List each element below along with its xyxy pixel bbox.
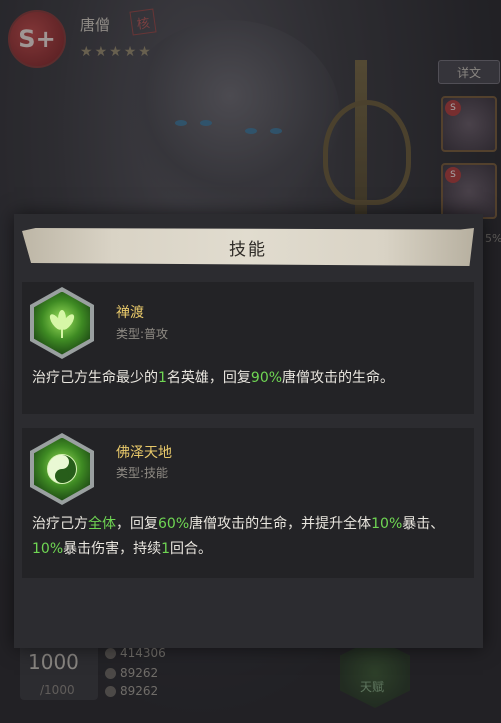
highlight-value: 60%: [158, 516, 190, 532]
lotus-icon: [47, 310, 77, 338]
skill-card: 禅渡 类型:普攻 治疗己方生命最少的1名英雄，回复90%唐僧攻击的生命。: [22, 282, 474, 414]
description-text: 唐僧攻击的生命。: [282, 370, 395, 386]
skill-type: 类型:技能: [116, 466, 169, 480]
description-text: 名英雄，回复: [166, 370, 251, 386]
skill-card: 佛泽天地 类型:技能 治疗己方全体，回复60%唐僧攻击的生命，并提升全体10%暴…: [22, 428, 474, 578]
description-text: 治疗己方: [32, 516, 88, 532]
description-text: 治疗己方生命最少的: [32, 370, 158, 386]
highlight-value: 1: [158, 370, 167, 386]
highlight-value: 10%: [371, 516, 403, 532]
modal-title: 技能: [229, 239, 267, 260]
skill-type: 类型:普攻: [116, 327, 169, 341]
skill-icon-frame: [30, 287, 94, 359]
skill-icon-frame: [30, 433, 94, 505]
description-text: 暴击伤害，持续: [63, 541, 162, 557]
skill-name: 禅渡: [116, 305, 144, 321]
modal-title-banner: 技能: [22, 228, 474, 266]
highlight-value: 10%: [32, 541, 64, 557]
description-text: 回合。: [170, 541, 213, 557]
skill-description: 治疗己方全体，回复60%唐僧攻击的生命，并提升全体10%暴击、10%暴击伤害，持…: [32, 512, 462, 562]
yin-yang-icon: [47, 454, 77, 484]
skill-description: 治疗己方生命最少的1名英雄，回复90%唐僧攻击的生命。: [32, 366, 462, 391]
skill-name: 佛泽天地: [116, 445, 172, 461]
description-text: ，回复: [116, 516, 158, 532]
description-text: 唐僧攻击的生命，并提升全体: [189, 516, 372, 532]
highlight-value: 90%: [250, 370, 283, 386]
highlight-value: 全体: [88, 516, 116, 532]
highlight-value: 1: [161, 541, 171, 557]
description-text: 暴击、: [402, 516, 445, 532]
